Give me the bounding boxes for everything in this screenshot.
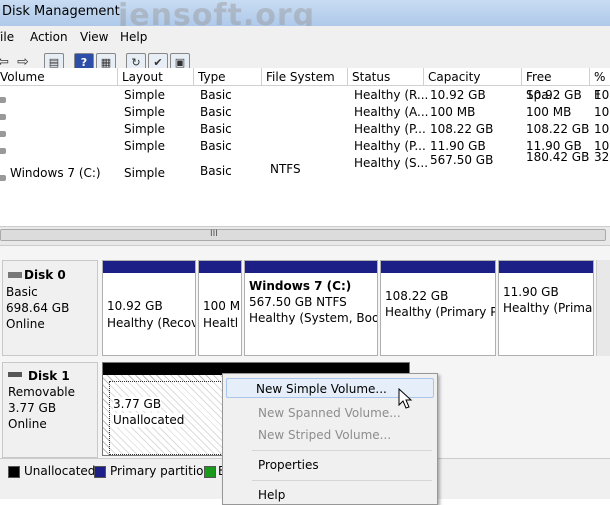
row5-capacity: 567.50 GB: [430, 153, 494, 167]
partition-status: Healthy (Primary Pa: [385, 305, 496, 319]
partition-status: Healtl: [203, 316, 239, 330]
disk-icon: [8, 272, 22, 278]
disk0-partition-windows[interactable]: Windows 7 (C:) 567.50 GB NTFS Healthy (S…: [244, 260, 378, 356]
legend-unallocated: Unallocated: [24, 464, 96, 478]
row5-volume: Windows 7 (C:): [10, 166, 101, 180]
row2-pct: 100: [594, 105, 610, 119]
partition-bar: [381, 261, 495, 273]
partition-bar: [499, 261, 593, 273]
menu-item-help[interactable]: Help: [258, 488, 285, 502]
menu-view[interactable]: View: [80, 30, 108, 44]
col-layout[interactable]: Layout: [118, 68, 194, 86]
drive-icon: [0, 148, 6, 154]
partition-size: 100 M: [203, 299, 241, 313]
row2-free: 100 MB: [526, 105, 572, 119]
row3-layout: Simple: [124, 122, 165, 136]
row3-capacity: 108.22 GB: [430, 122, 494, 136]
row5-fs: NTFS: [270, 162, 301, 176]
partition-size: 567.50 GB NTFS: [249, 295, 347, 309]
legend-swatch-primary: [94, 466, 106, 478]
menu-action[interactable]: Action: [30, 30, 68, 44]
disk0-partition-2[interactable]: 100 M Healtl: [198, 260, 242, 356]
menu-item-new-striped-volume[interactable]: New Striped Volume...: [258, 428, 391, 442]
row4-layout: Simple: [124, 139, 165, 153]
drive-icon: [0, 175, 6, 181]
col-volume[interactable]: Volume: [0, 68, 118, 86]
menu-file[interactable]: File: [0, 30, 14, 44]
partition-status: Healthy (Primar: [503, 301, 594, 315]
disk1-status: Online: [8, 417, 47, 431]
menu-item-properties[interactable]: Properties: [258, 458, 319, 472]
col-capacity[interactable]: Capacity: [424, 68, 522, 86]
mouse-cursor-icon: [398, 388, 413, 409]
row5-free: 180.42 GB: [526, 150, 590, 164]
row1-free: 10.92 GB: [526, 88, 582, 102]
col-status[interactable]: Status: [348, 68, 424, 86]
partition-bar: [199, 261, 241, 273]
legend-swatch-extended: [204, 466, 216, 478]
disk1-type: Removable: [8, 385, 76, 399]
legend-swatch-unallocated: [8, 466, 20, 478]
row5-pct: 32: [594, 150, 610, 164]
drive-icon: [0, 131, 6, 137]
drive-icon: [0, 114, 6, 120]
row1-status: Healthy (R...: [354, 88, 429, 102]
row1-pct: 100: [594, 88, 610, 102]
col-percent-free[interactable]: % F: [590, 68, 610, 102]
partition-size: 108.22 GB: [385, 289, 449, 303]
partition-size: 10.92 GB: [107, 299, 163, 313]
vertical-scrollbar[interactable]: [596, 260, 610, 356]
row2-capacity: 100 MB: [430, 105, 476, 119]
row3-pct: 100: [594, 122, 610, 136]
menu-separator: [252, 480, 432, 481]
disk0-status: Online: [6, 317, 45, 331]
row1-capacity: 10.92 GB: [430, 88, 486, 102]
row4-status: Healthy (P...: [354, 139, 426, 153]
row2-status: Healthy (A...: [354, 105, 429, 119]
disk0-type: Basic: [6, 285, 38, 299]
partition-status: Unallocated: [113, 413, 185, 427]
volume-list[interactable]: [0, 76, 610, 226]
disk1-name: Disk 1: [28, 369, 70, 383]
col-free-space[interactable]: Free Spa...: [522, 68, 590, 102]
menu-separator: [252, 450, 432, 451]
col-type[interactable]: Type: [194, 68, 262, 86]
legend-primary: Primary partition: [110, 464, 212, 478]
removable-disk-icon: [8, 372, 22, 377]
partition-status: Healthy (System, Boot,: [249, 311, 378, 325]
disk0-name: Disk 0: [24, 268, 66, 282]
disk0-partition-1[interactable]: 10.92 GB Healthy (Recov: [102, 260, 196, 356]
menu-help[interactable]: Help: [120, 30, 147, 44]
disk1-size: 3.77 GB: [8, 401, 57, 415]
disk0-size: 698.64 GB: [6, 301, 70, 315]
drive-icon: [0, 97, 6, 103]
row4-type: Basic: [200, 139, 232, 153]
scrollbar-thumb[interactable]: [0, 229, 606, 241]
window-title: Disk Management: [2, 4, 120, 19]
partition-title: Windows 7 (C:): [249, 279, 352, 293]
row2-type: Basic: [200, 105, 232, 119]
menu-item-new-simple-volume[interactable]: New Simple Volume...: [256, 382, 387, 396]
row3-type: Basic: [200, 122, 232, 136]
row5-status: Healthy (S...: [354, 156, 429, 170]
col-file-system[interactable]: File System: [262, 68, 348, 86]
menu-bar: File Action View Help: [0, 26, 610, 48]
partition-status: Healthy (Recov: [107, 316, 196, 330]
row5-type: Basic: [200, 164, 232, 178]
row1-type: Basic: [200, 88, 232, 102]
row3-free: 108.22 GB: [526, 122, 590, 136]
disk0-partition-5[interactable]: 11.90 GB Healthy (Primar: [498, 260, 594, 356]
partition-bar: [103, 261, 195, 273]
row3-status: Healthy (P...: [354, 122, 426, 136]
partition-size: 3.77 GB: [113, 397, 162, 411]
row5-layout: Simple: [124, 166, 165, 180]
partition-bar: [245, 261, 377, 273]
row2-layout: Simple: [124, 105, 165, 119]
scrollbar-grip: III: [210, 229, 218, 239]
disk0-partition-4[interactable]: 108.22 GB Healthy (Primary Pa: [380, 260, 496, 356]
row1-layout: Simple: [124, 88, 165, 102]
row4-capacity: 11.90 GB: [430, 139, 486, 153]
menu-item-new-spanned-volume[interactable]: New Spanned Volume...: [258, 406, 401, 420]
partition-size: 11.90 GB: [503, 285, 559, 299]
